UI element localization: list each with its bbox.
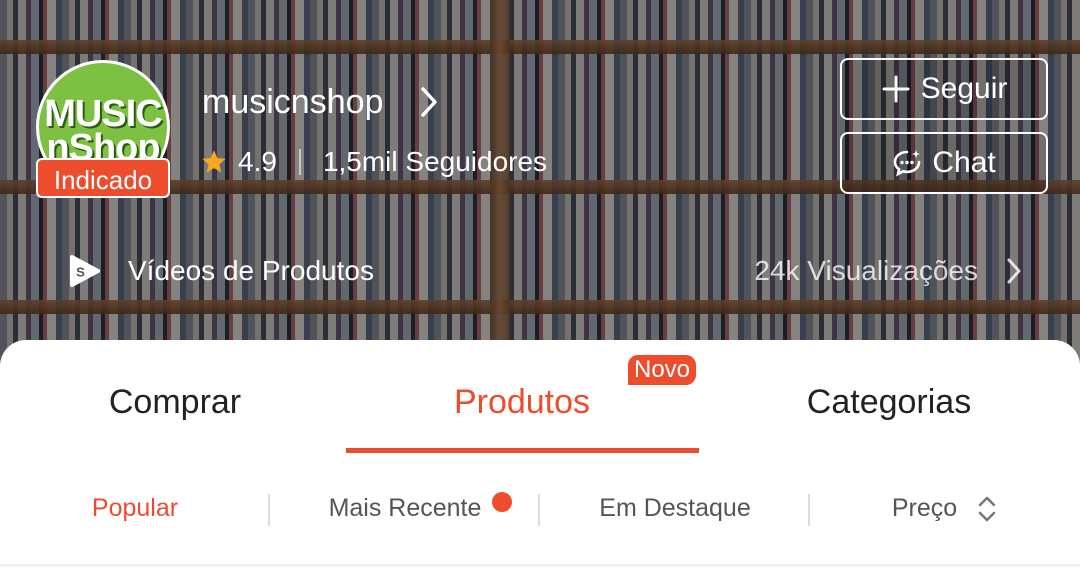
- shelf-board: [0, 40, 1080, 54]
- recommended-badge: Indicado: [36, 158, 170, 198]
- chat-button[interactable]: Chat: [840, 132, 1048, 194]
- chat-label: Chat: [932, 146, 996, 179]
- tab-buy[interactable]: Comprar: [0, 376, 350, 428]
- shop-rating: 4.9: [238, 146, 277, 177]
- sort-divider: [268, 494, 270, 526]
- sort-price-label: Preço: [891, 494, 958, 522]
- active-tab-indicator: [346, 448, 699, 453]
- sort-arrows-icon: [978, 497, 996, 522]
- video-views-count: 24k Visualizações: [754, 255, 978, 286]
- chevron-right-icon[interactable]: [414, 84, 444, 120]
- shelf-board: [0, 300, 1080, 314]
- shop-tabs: Comprar Produtos Categorias Novo: [0, 340, 1080, 454]
- shop-followers: 1,5mil Seguidores: [322, 146, 548, 177]
- follow-button[interactable]: Seguir: [840, 58, 1048, 120]
- sort-bar: Popular Mais Recente Em Destaque Preço: [0, 478, 1080, 538]
- tab-categories[interactable]: Categorias: [714, 376, 1064, 428]
- sort-popular[interactable]: Popular: [0, 478, 270, 538]
- shelf-post: [490, 0, 510, 380]
- stat-divider: [298, 149, 301, 175]
- new-indicator-dot: [492, 492, 512, 512]
- shop-name[interactable]: musicnshop: [202, 80, 383, 124]
- new-badge: Novo: [628, 355, 697, 385]
- chevron-right-icon: [1007, 258, 1021, 284]
- product-videos-row[interactable]: S Vídeos de Produtos 24k Visualizações: [66, 248, 1026, 294]
- chat-bubble-icon: [894, 150, 921, 177]
- svg-text:S: S: [76, 265, 85, 280]
- sort-divider: [808, 494, 810, 526]
- sort-divider: [538, 494, 540, 526]
- sort-featured[interactable]: Em Destaque: [540, 478, 810, 538]
- sort-price[interactable]: Preço: [810, 478, 1080, 538]
- shop-stats: 4.9 1,5mil Seguidores: [200, 142, 547, 182]
- star-icon: [202, 150, 226, 173]
- plus-icon: [882, 75, 910, 103]
- product-videos-label: Vídeos de Produtos: [128, 255, 374, 286]
- shop-header: MUSIC nShop Indicado musicnshop 4.9 1,5m…: [0, 0, 1080, 380]
- shop-content-panel: Comprar Produtos Categorias Novo Popular…: [0, 340, 1080, 567]
- follow-label: Seguir: [920, 72, 1008, 105]
- shopee-video-icon: S: [70, 255, 100, 287]
